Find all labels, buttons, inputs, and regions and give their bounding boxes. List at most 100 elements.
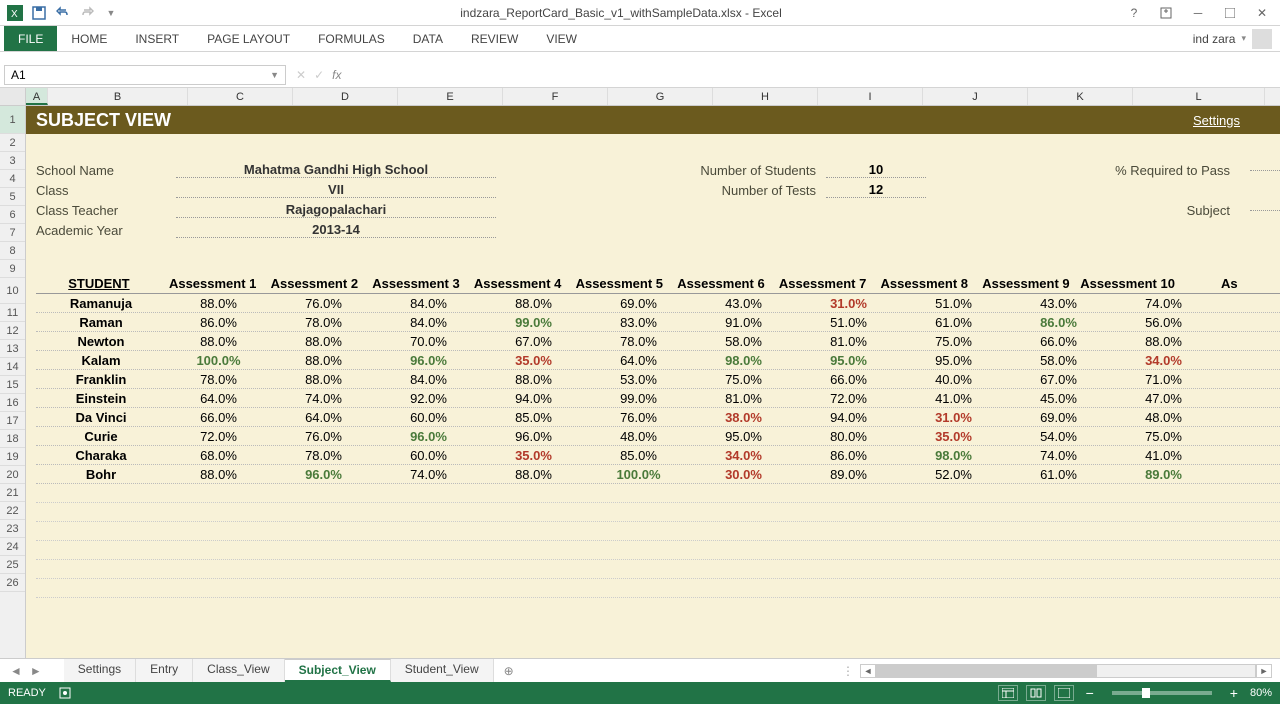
view-layout-icon[interactable] <box>1026 685 1046 701</box>
sheet-tab-student_view[interactable]: Student_View <box>391 659 494 682</box>
redo-icon[interactable] <box>76 2 98 24</box>
row-header-22[interactable]: 22 <box>0 502 25 520</box>
maximize-button[interactable] <box>1216 3 1244 23</box>
grade-cell[interactable]: 88.0% <box>271 334 376 349</box>
row-header-11[interactable]: 11 <box>0 304 25 322</box>
ribbon-tab-file[interactable]: FILE <box>4 26 57 51</box>
grade-cell[interactable]: 64.0% <box>166 391 271 406</box>
row-header-9[interactable]: 9 <box>0 260 25 278</box>
settings-link[interactable]: Settings <box>1193 113 1240 128</box>
grade-cell[interactable]: 88.0% <box>271 353 376 368</box>
hscroll-right-icon[interactable]: ► <box>1256 664 1272 678</box>
horizontal-scrollbar[interactable] <box>876 664 1256 678</box>
grade-cell[interactable]: 47.0% <box>1111 391 1216 406</box>
row-header-4[interactable]: 4 <box>0 170 25 188</box>
row-header-15[interactable]: 15 <box>0 376 25 394</box>
grade-cell[interactable]: 88.0% <box>166 296 271 311</box>
ribbon-tab-home[interactable]: HOME <box>57 26 121 51</box>
hscroll-left-icon[interactable]: ◄ <box>860 664 876 678</box>
grade-cell[interactable]: 56.0% <box>1111 315 1216 330</box>
row-header-1[interactable]: 1 <box>0 106 25 134</box>
col-header-G[interactable]: G <box>608 88 713 105</box>
grade-cell[interactable]: 99.0% <box>481 315 586 330</box>
grade-cell[interactable]: 89.0% <box>1111 467 1216 482</box>
tab-nav-prev-icon[interactable]: ◄ <box>8 664 24 678</box>
grade-cell[interactable]: 58.0% <box>1006 353 1111 368</box>
zoom-out-button[interactable]: − <box>1082 685 1098 701</box>
grade-cell[interactable]: 88.0% <box>481 467 586 482</box>
grade-cell[interactable]: 35.0% <box>901 429 1006 444</box>
col-header-K[interactable]: K <box>1028 88 1133 105</box>
col-header-A[interactable]: A <box>26 88 48 105</box>
row-header-13[interactable]: 13 <box>0 340 25 358</box>
col-header-H[interactable]: H <box>713 88 818 105</box>
macro-record-icon[interactable] <box>58 686 72 700</box>
grade-cell[interactable]: 43.0% <box>691 296 796 311</box>
grade-cell[interactable]: 96.0% <box>376 353 481 368</box>
grade-cell[interactable]: 66.0% <box>796 372 901 387</box>
grade-cell[interactable]: 30.0% <box>691 467 796 482</box>
grade-cell[interactable]: 86.0% <box>166 315 271 330</box>
save-icon[interactable] <box>28 2 50 24</box>
grade-cell[interactable]: 35.0% <box>481 448 586 463</box>
grade-cell[interactable]: 66.0% <box>166 410 271 425</box>
grade-cell[interactable]: 61.0% <box>901 315 1006 330</box>
zoom-in-button[interactable]: + <box>1226 685 1242 701</box>
grade-cell[interactable]: 96.0% <box>481 429 586 444</box>
grade-cell[interactable]: 75.0% <box>1111 429 1216 444</box>
row-header-24[interactable]: 24 <box>0 538 25 556</box>
grade-cell[interactable]: 76.0% <box>271 429 376 444</box>
ribbon-tab-insert[interactable]: INSERT <box>121 26 193 51</box>
grade-cell[interactable]: 88.0% <box>166 334 271 349</box>
row-header-26[interactable]: 26 <box>0 574 25 592</box>
grade-cell[interactable]: 74.0% <box>376 467 481 482</box>
ribbon-tab-page-layout[interactable]: PAGE LAYOUT <box>193 26 304 51</box>
grade-cell[interactable]: 88.0% <box>271 372 376 387</box>
zoom-slider[interactable] <box>1112 691 1212 695</box>
info-right-value[interactable] <box>1250 170 1280 171</box>
grade-cell[interactable]: 70.0% <box>376 334 481 349</box>
grade-cell[interactable]: 60.0% <box>376 410 481 425</box>
sheet-tab-settings[interactable]: Settings <box>64 659 136 682</box>
zoom-level[interactable]: 80% <box>1250 687 1272 699</box>
ribbon-options-icon[interactable] <box>1152 3 1180 23</box>
close-button[interactable]: ✕ <box>1248 3 1276 23</box>
grade-cell[interactable]: 53.0% <box>586 372 691 387</box>
row-header-17[interactable]: 17 <box>0 412 25 430</box>
row-header-7[interactable]: 7 <box>0 224 25 242</box>
row-header-25[interactable]: 25 <box>0 556 25 574</box>
grade-cell[interactable]: 96.0% <box>376 429 481 444</box>
grade-cell[interactable]: 81.0% <box>691 391 796 406</box>
grade-cell[interactable]: 88.0% <box>481 296 586 311</box>
ribbon-tab-data[interactable]: DATA <box>399 26 457 51</box>
grade-cell[interactable]: 86.0% <box>1006 315 1111 330</box>
col-header-E[interactable]: E <box>398 88 503 105</box>
grade-cell[interactable]: 34.0% <box>1111 353 1216 368</box>
grade-cell[interactable]: 78.0% <box>166 372 271 387</box>
grade-cell[interactable]: 38.0% <box>691 410 796 425</box>
row-header-18[interactable]: 18 <box>0 430 25 448</box>
grade-cell[interactable]: 88.0% <box>166 467 271 482</box>
grade-cell[interactable]: 89.0% <box>796 467 901 482</box>
col-header-C[interactable]: C <box>188 88 293 105</box>
grade-cell[interactable]: 83.0% <box>586 315 691 330</box>
grade-cell[interactable]: 67.0% <box>1006 372 1111 387</box>
grade-cell[interactable]: 54.0% <box>1006 429 1111 444</box>
grade-cell[interactable]: 52.0% <box>901 467 1006 482</box>
row-header-6[interactable]: 6 <box>0 206 25 224</box>
grade-cell[interactable]: 86.0% <box>796 448 901 463</box>
sheet-tab-class_view[interactable]: Class_View <box>193 659 284 682</box>
sheet-tab-subject_view[interactable]: Subject_View <box>285 659 391 682</box>
grade-cell[interactable]: 92.0% <box>376 391 481 406</box>
new-sheet-button[interactable]: ⊕ <box>494 664 524 678</box>
grade-cell[interactable]: 69.0% <box>1006 410 1111 425</box>
grade-cell[interactable]: 96.0% <box>271 467 376 482</box>
grade-cell[interactable]: 31.0% <box>901 410 1006 425</box>
tab-nav-next-icon[interactable]: ► <box>28 664 44 678</box>
grade-cell[interactable]: 51.0% <box>796 315 901 330</box>
grade-cell[interactable]: 84.0% <box>376 372 481 387</box>
help-icon[interactable]: ? <box>1120 3 1148 23</box>
grade-cell[interactable]: 100.0% <box>586 467 691 482</box>
grade-cell[interactable]: 40.0% <box>901 372 1006 387</box>
grade-cell[interactable]: 51.0% <box>901 296 1006 311</box>
